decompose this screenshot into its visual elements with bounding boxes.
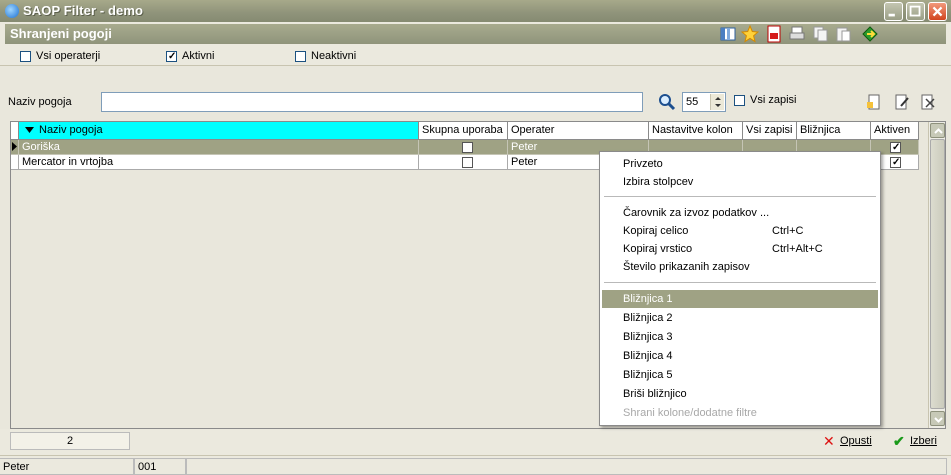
exit-icon[interactable]	[861, 25, 879, 43]
cell-shared[interactable]	[419, 155, 508, 170]
select-button[interactable]: ✔ Izberi	[893, 433, 948, 451]
menu-item-shortcut-1[interactable]: Bližnjica 1	[602, 290, 878, 308]
condition-name-input[interactable]	[101, 92, 643, 112]
menu-item-record-count[interactable]: Število prikazanih zapisov	[602, 258, 878, 276]
column-header-column-settings[interactable]: Nastavitve kolon	[649, 122, 743, 140]
chevron-down-icon	[934, 417, 943, 423]
menu-item-shortcut-3[interactable]: Bližnjica 3	[602, 328, 878, 346]
cancel-button[interactable]: ✕ Opusti	[823, 433, 881, 451]
menu-item-export-wizard[interactable]: Čarovnik za izvoz podatkov ...	[602, 204, 878, 222]
column-header-active[interactable]: Aktiven	[871, 122, 919, 140]
menu-separator	[604, 196, 876, 197]
new-document-icon[interactable]	[865, 93, 883, 111]
menu-item-shortcut-2[interactable]: Bližnjica 2	[602, 309, 878, 327]
record-count-stepper[interactable]: 55	[682, 92, 726, 112]
scroll-thumb[interactable]	[930, 139, 945, 409]
section-title: Shranjeni pogoji	[10, 26, 112, 41]
vertical-scrollbar[interactable]	[928, 122, 945, 428]
condition-name-label: Naziv pogoja	[8, 96, 72, 108]
stepper-spin-buttons[interactable]	[710, 94, 724, 110]
copy-icon[interactable]	[812, 25, 830, 43]
paste-icon[interactable]	[835, 25, 853, 43]
status-message	[186, 458, 947, 475]
menu-item-copy-row[interactable]: Kopiraj vrstico Ctrl+Alt+C	[602, 240, 878, 258]
column-header-shortcut[interactable]: Bližnjica	[797, 122, 871, 140]
shortcut-label: Ctrl+Alt+C	[772, 243, 823, 255]
scroll-up-button[interactable]	[930, 123, 945, 138]
columns-icon[interactable]	[719, 25, 737, 43]
app-globe-icon	[5, 4, 19, 18]
status-bar: Peter 001	[0, 455, 951, 475]
current-row-arrow-icon	[12, 142, 17, 151]
menu-item-choose-columns[interactable]: Izbira stolpcev	[602, 173, 878, 191]
shortcut-label: Ctrl+C	[772, 225, 804, 237]
star-icon[interactable]	[741, 25, 759, 43]
delete-document-icon[interactable]	[919, 93, 937, 111]
row-indicator	[11, 140, 19, 155]
checkbox-shared[interactable]	[462, 157, 473, 168]
pdf-icon[interactable]	[765, 25, 783, 43]
edit-document-icon[interactable]	[893, 93, 911, 111]
record-count: 2	[10, 432, 130, 450]
column-header-operator[interactable]: Operater	[508, 122, 649, 140]
column-header-shared[interactable]: Skupna uporaba	[419, 122, 508, 140]
menu-item-shortcut-5[interactable]: Bližnjica 5	[602, 366, 878, 384]
checkbox-box[interactable]	[295, 51, 306, 62]
cancel-x-icon: ✕	[823, 433, 835, 449]
menu-item-copy-cell[interactable]: Kopiraj celico Ctrl+C	[602, 222, 878, 240]
saved-conditions-panel: Shranjeni pogoji Vsi operaterji ✓ Aktivn…	[0, 22, 951, 66]
column-header-name[interactable]: Naziv pogoja	[19, 122, 419, 140]
checkmark-icon: ✔	[893, 433, 905, 449]
row-indicator-header	[11, 122, 19, 140]
sort-desc-icon	[25, 127, 34, 133]
search-icon[interactable]	[658, 93, 676, 111]
checkbox-active-row[interactable]: ✓	[890, 142, 901, 153]
chevron-up-icon	[934, 128, 943, 134]
status-code: 001	[134, 458, 186, 475]
cell-shared[interactable]	[419, 140, 508, 155]
checkbox-shared[interactable]	[462, 142, 473, 153]
dialog-footer: 2 ✕ Opusti ✔ Izberi	[0, 429, 951, 455]
close-button[interactable]	[928, 2, 947, 21]
section-title-bar: Shranjeni pogoji	[5, 24, 946, 44]
maximize-button[interactable]	[906, 2, 925, 21]
cell-name[interactable]: Mercator in vrtojba	[19, 155, 419, 170]
status-user: Peter	[0, 458, 134, 475]
menu-item-save-columns: Shrani kolone/dodatne filtre	[623, 407, 757, 419]
scroll-down-button[interactable]	[930, 411, 945, 426]
filter-bar: Naziv pogoja 55 Vsi zapisi	[5, 87, 946, 115]
menu-item-default[interactable]: Privzeto	[602, 155, 878, 173]
window-title: SAOP Filter - demo	[23, 3, 144, 18]
minimize-button[interactable]	[884, 2, 903, 21]
checkbox-box[interactable]	[734, 95, 745, 106]
row-indicator	[11, 155, 19, 170]
checkbox-box[interactable]: ✓	[166, 51, 177, 62]
menu-item-delete-shortcut[interactable]: Briši bližnjico	[602, 385, 878, 403]
window-titlebar: SAOP Filter - demo	[0, 0, 951, 22]
cell-name[interactable]: Goriška	[19, 140, 419, 155]
column-header-all-records[interactable]: Vsi zapisi	[743, 122, 797, 140]
checkbox-active-row[interactable]: ✓	[890, 157, 901, 168]
menu-item-shortcut-4[interactable]: Bližnjica 4	[602, 347, 878, 365]
menu-separator	[604, 282, 876, 283]
context-menu: Privzeto Izbira stolpcev Čarovnik za izv…	[599, 151, 881, 426]
checkbox-box[interactable]	[20, 51, 31, 62]
print-icon[interactable]	[788, 25, 806, 43]
